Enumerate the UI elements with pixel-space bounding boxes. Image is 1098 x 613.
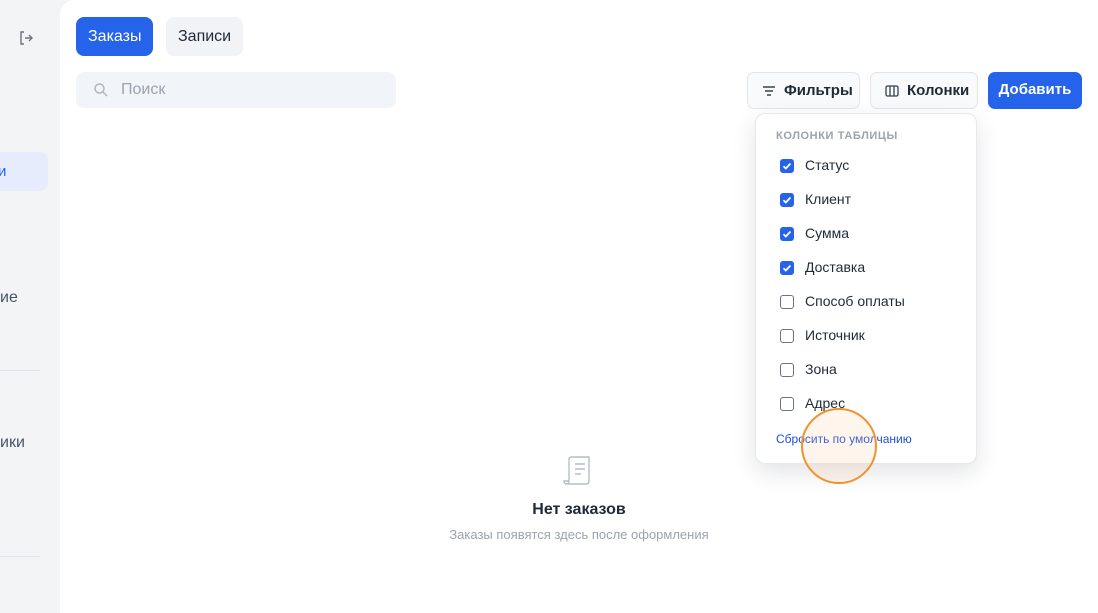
sidebar-item-label[interactable]: ики — [0, 434, 25, 452]
sidebar-item-active[interactable]: и — [0, 152, 48, 191]
column-option[interactable]: Зона — [780, 361, 960, 381]
check-icon — [782, 230, 792, 238]
checkbox-checked[interactable] — [780, 193, 794, 207]
sidebar-item-label[interactable]: ие — [0, 289, 18, 307]
sidebar-item-active-label: и — [0, 163, 7, 180]
column-option[interactable]: Сумма — [780, 225, 960, 245]
reset-defaults-link[interactable]: Сбросить по умолчанию — [776, 432, 912, 446]
sidebar: и ие ики — [0, 0, 60, 613]
checkbox-unchecked[interactable] — [780, 397, 794, 411]
columns-button-label: Колонки — [907, 82, 970, 99]
check-icon — [782, 162, 792, 170]
search-input[interactable]: Поиск — [76, 72, 396, 108]
filters-button-label: Фильтры — [784, 82, 853, 99]
column-option-label: Источник — [805, 327, 865, 343]
empty-state-subtitle: Заказы появятся здесь после оформления — [449, 527, 709, 542]
empty-state-title: Нет заказов — [532, 501, 626, 518]
column-option[interactable]: Способ оплаты — [780, 293, 960, 313]
column-option-label: Зона — [805, 361, 837, 377]
column-option-label: Клиент — [805, 191, 852, 207]
sidebar-divider — [0, 370, 40, 371]
tab-records[interactable]: Записи — [166, 17, 244, 56]
check-icon — [782, 264, 792, 272]
tab-orders[interactable]: Заказы — [76, 17, 154, 56]
column-option-label: Способ оплаты — [805, 293, 905, 309]
sidebar-divider — [0, 556, 40, 557]
checkbox-unchecked[interactable] — [780, 295, 794, 309]
add-button[interactable]: Добавить — [988, 72, 1082, 109]
check-icon — [782, 196, 792, 204]
logout-icon[interactable] — [18, 30, 34, 46]
column-option[interactable]: Статус — [780, 157, 960, 177]
filter-icon — [763, 86, 775, 96]
column-option-label: Адрес — [805, 395, 846, 411]
search-placeholder: Поиск — [121, 81, 166, 98]
receipt-icon — [563, 456, 590, 485]
column-option-label: Статус — [805, 157, 850, 173]
columns-dropdown: КОЛОНКИ ТАБЛИЦЫ Статус Клиент Сумма Доставк… — [755, 113, 977, 464]
checkbox-checked[interactable] — [780, 261, 794, 275]
column-option[interactable]: Доставка — [780, 259, 960, 279]
column-option[interactable]: Клиент — [780, 191, 960, 211]
main-panel: Заказы Записи Поиск Фильтры Колонки Доба… — [60, 0, 1098, 613]
column-option-label: Доставка — [805, 259, 866, 275]
filters-button[interactable]: Фильтры — [747, 72, 860, 109]
checkbox-checked[interactable] — [780, 159, 794, 173]
columns-icon — [885, 85, 899, 97]
search-icon — [94, 83, 108, 97]
columns-button[interactable]: Колонки — [870, 72, 978, 109]
checkbox-checked[interactable] — [780, 227, 794, 241]
checkbox-unchecked[interactable] — [780, 363, 794, 377]
checkbox-unchecked[interactable] — [780, 329, 794, 343]
column-option-label: Сумма — [805, 225, 849, 241]
columns-dropdown-heading: КОЛОНКИ ТАБЛИЦЫ — [776, 130, 898, 142]
column-option[interactable]: Адрес — [780, 395, 960, 415]
column-option[interactable]: Источник — [780, 327, 960, 347]
